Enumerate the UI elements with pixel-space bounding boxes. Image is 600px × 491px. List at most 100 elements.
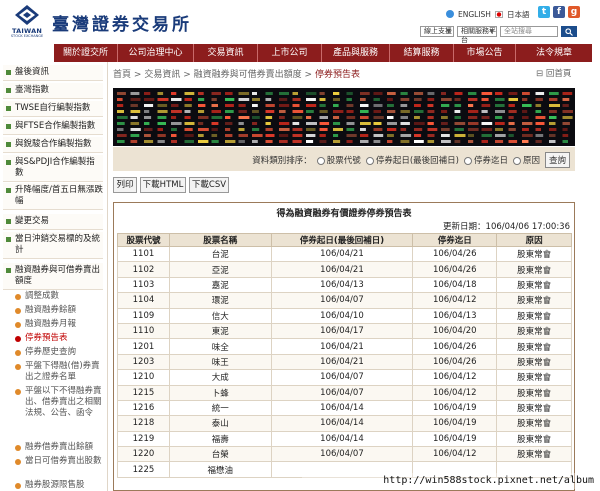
facebook-icon[interactable]: f bbox=[553, 6, 565, 18]
table-cell: 股東常會 bbox=[496, 338, 572, 355]
search-button[interactable] bbox=[561, 26, 577, 37]
sidebar-subitem-short-balance[interactable]: 融券借券賣出餘額 bbox=[14, 442, 106, 453]
support-select[interactable]: 線上支援 ▼ bbox=[420, 26, 454, 37]
japan-flag-icon bbox=[494, 10, 503, 18]
twse-logo-icon bbox=[15, 5, 39, 25]
table-cell: 股東常會 bbox=[496, 292, 572, 309]
sidebar: 盤後資訊 臺灣指數 TWSE自行編製指數 與FTSE合作編製指數 與銳駿合作編製… bbox=[0, 62, 108, 491]
google-plus-icon[interactable]: g bbox=[568, 6, 580, 18]
table-cell: 泰山 bbox=[168, 415, 272, 432]
table-row: 1215 卜蜂 106/04/07 106/04/12 股東常會 bbox=[117, 384, 572, 401]
nav-announcements[interactable]: 市場公告 bbox=[454, 44, 516, 62]
table-cell: 106/04/19 bbox=[412, 430, 498, 448]
japanese-link[interactable]: 日本語 bbox=[507, 9, 530, 20]
nav-governance[interactable]: 公司治理中心 bbox=[118, 44, 194, 62]
table-cell: 106/04/21 bbox=[270, 261, 414, 278]
table-row: 1110 東泥 106/04/17 106/04/20 股東常會 bbox=[117, 322, 572, 340]
table-cell: 台泥 bbox=[168, 245, 272, 263]
table-cell: 大成 bbox=[168, 369, 272, 386]
table-cell: 106/04/26 bbox=[412, 245, 498, 263]
nav-trading-info[interactable]: 交易資訊 bbox=[194, 44, 258, 62]
breadcrumb-separator: > bbox=[183, 70, 191, 80]
sidebar-item-ftse-index[interactable]: 與FTSE合作編製指數 bbox=[3, 119, 103, 135]
sidebar-subitem-suspension-history[interactable]: 停券歷史查詢 bbox=[14, 347, 106, 358]
table-cell: 106/04/14 bbox=[270, 430, 414, 448]
table-cell: 1215 bbox=[117, 384, 170, 401]
table-row: 1109 信大 106/04/10 106/04/13 股東常會 bbox=[117, 307, 572, 324]
download-html-button[interactable]: 下載HTML bbox=[140, 177, 186, 193]
table-cell: 股東常會 bbox=[496, 322, 572, 340]
table-cell: 1216 bbox=[117, 399, 170, 417]
table-cell: 1103 bbox=[117, 276, 170, 294]
table-cell: 1101 bbox=[117, 245, 170, 263]
chevron-down-icon: ▼ bbox=[446, 28, 451, 35]
nav-about[interactable]: 關於證交所 bbox=[54, 44, 118, 62]
table-cell: 卜蜂 bbox=[168, 384, 272, 401]
sort-option-reason[interactable]: 原因 bbox=[512, 154, 540, 166]
site-title[interactable]: 臺灣證券交易所 bbox=[52, 10, 192, 35]
table-cell: 1104 bbox=[117, 292, 170, 309]
sidebar-subitem-margin-source[interactable]: 融券股源限售股 bbox=[14, 480, 106, 491]
table-row: 1220 台榮 106/04/07 106/04/12 股東常會 bbox=[117, 446, 572, 463]
ticker-board-banner bbox=[113, 88, 575, 146]
table-cell: 1110 bbox=[117, 322, 170, 340]
radio-icon bbox=[365, 156, 374, 165]
sidebar-item-margin-trading[interactable]: 融資融券與可借券賣出額度 bbox=[3, 263, 103, 290]
sidebar-subitem-margin-monthly[interactable]: 融資融券月報 bbox=[14, 319, 106, 330]
query-button[interactable]: 查詢 bbox=[544, 152, 570, 168]
sidebar-item-spdji-index[interactable]: 與S&PDJI合作編製指數 bbox=[3, 155, 103, 182]
sidebar-item-taiwan-index[interactable]: 臺灣指數 bbox=[3, 83, 103, 99]
download-csv-button[interactable]: 下載CSV bbox=[189, 177, 229, 193]
sidebar-item-price-limits[interactable]: 升降幅度/首五日無漲跌幅 bbox=[3, 183, 103, 210]
radio-icon bbox=[463, 156, 472, 165]
sidebar-item-twse-index[interactable]: TWSE自行編製指數 bbox=[3, 101, 103, 117]
sidebar-item-altered-trading[interactable]: 變更交易 bbox=[3, 214, 103, 230]
twitter-icon[interactable]: t bbox=[538, 6, 550, 18]
sidebar-subitem-margin-balance[interactable]: 融資融券餘額 bbox=[14, 305, 106, 316]
ticker-board-image bbox=[117, 92, 573, 143]
table-title: 得為融資融券有價證券停券預告表 bbox=[276, 209, 412, 219]
table-cell: 福懋油 bbox=[168, 461, 272, 478]
table-cell: 股東常會 bbox=[496, 276, 572, 294]
update-timestamp: 更新日期：106/04/06 17:00:36 bbox=[443, 222, 570, 232]
nav-products[interactable]: 產品與服務 bbox=[322, 44, 390, 62]
table-cell: 1220 bbox=[117, 446, 170, 463]
breadcrumb-home[interactable]: 首頁 bbox=[113, 70, 131, 80]
breadcrumb-margin[interactable]: 融資融券與可借券賣出額度 bbox=[194, 70, 302, 80]
site-header: TAIWAN STOCK EXCHANGE 臺灣證券交易所 ENGLISH 日本… bbox=[0, 0, 600, 44]
table-row: 1104 環泥 106/04/07 106/04/12 股東常會 bbox=[117, 292, 572, 309]
search-input[interactable]: 全站搜尋 bbox=[500, 26, 558, 37]
column-header: 股票代號 bbox=[117, 233, 170, 247]
sort-option-label: 原因 bbox=[522, 156, 540, 166]
back-home-link[interactable]: ⊟ 回首頁 bbox=[536, 67, 571, 79]
sidebar-item-after-hours[interactable]: 盤後資訊 bbox=[3, 65, 103, 81]
table-cell: 106/04/12 bbox=[412, 369, 498, 386]
breadcrumb-trading-info[interactable]: 交易資訊 bbox=[144, 70, 180, 80]
nav-regulations[interactable]: 法令規章 bbox=[516, 44, 592, 62]
print-button[interactable]: 列印 bbox=[113, 177, 137, 193]
table-cell: 106/04/21 bbox=[270, 338, 414, 355]
table-cell: 1201 bbox=[117, 338, 170, 355]
table-cell: 股東常會 bbox=[496, 430, 572, 448]
column-header: 停券迄日 bbox=[412, 233, 498, 247]
radio-icon bbox=[512, 156, 521, 165]
nav-clearing[interactable]: 結算服務 bbox=[390, 44, 454, 62]
sidebar-subitem-suspension-notice[interactable]: 停券預告表 bbox=[14, 333, 106, 344]
sidebar-item-partner-index[interactable]: 與銳駿合作編製指數 bbox=[3, 137, 103, 153]
sidebar-item-day-trading[interactable]: 當日沖銷交易標的及統計 bbox=[3, 232, 103, 259]
sidebar-subitem-short-below-par[interactable]: 平盤下得融(借)券賣出之證券名單 bbox=[14, 361, 106, 383]
table-row: 1216 統一 106/04/14 106/04/19 股東常會 bbox=[117, 399, 572, 417]
language-links: ENGLISH 日本語 bbox=[446, 8, 529, 20]
nav-listed-companies[interactable]: 上市公司 bbox=[258, 44, 322, 62]
table-cell: 1210 bbox=[117, 369, 170, 386]
table-cell: 環泥 bbox=[168, 292, 272, 309]
platform-select[interactable]: 相關服務平台 ▼ bbox=[457, 26, 497, 44]
sidebar-subitem-short-regulations[interactable]: 平盤以下不得融券賣出、借券賣出之相關法規、公告、函令 bbox=[14, 386, 106, 419]
english-link[interactable]: ENGLISH bbox=[458, 10, 491, 19]
sort-option-stock-code[interactable]: 股票代號 bbox=[316, 154, 361, 166]
sidebar-subitem-margin-ratio[interactable]: 調整成數 bbox=[14, 291, 106, 302]
sort-option-start-date[interactable]: 停券起日(最後回補日) bbox=[365, 154, 459, 166]
sidebar-subitem-borrow-shares[interactable]: 當日可借券賣出股數 bbox=[14, 456, 106, 467]
twse-logo[interactable]: TAIWAN STOCK EXCHANGE bbox=[8, 4, 46, 40]
sort-option-end-date[interactable]: 停券迄日 bbox=[463, 154, 508, 166]
